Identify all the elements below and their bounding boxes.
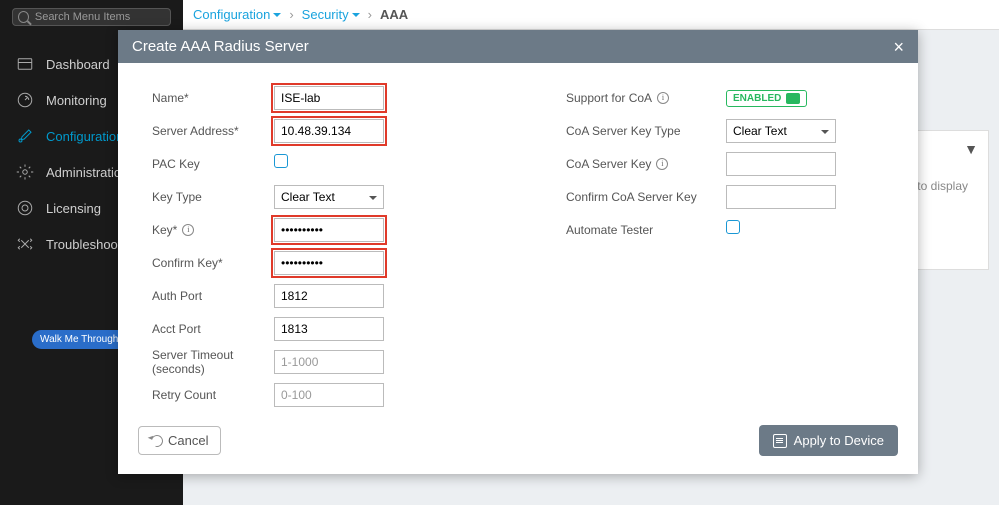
search-input[interactable] — [35, 11, 165, 23]
pac-key-checkbox[interactable] — [274, 154, 288, 168]
enabled-led-icon — [786, 93, 800, 104]
name-label: Name* — [124, 91, 274, 105]
coa-server-key-input[interactable] — [726, 152, 836, 176]
chevron-down-icon — [369, 196, 377, 200]
confirm-coa-server-key-input[interactable] — [726, 185, 836, 209]
acct-port-input[interactable] — [274, 317, 384, 341]
confirm-key-label: Confirm Key* — [124, 256, 274, 270]
server-address-label: Server Address* — [124, 124, 274, 138]
sidebar-item-label: Monitoring — [46, 93, 107, 108]
dashboard-icon — [16, 55, 34, 73]
auth-port-input[interactable] — [274, 284, 384, 308]
key-type-label: Key Type — [124, 190, 274, 204]
support-coa-toggle[interactable]: ENABLED — [726, 90, 807, 107]
retry-count-input[interactable] — [274, 383, 384, 407]
filter-icon[interactable]: ▼ — [964, 141, 978, 157]
name-input[interactable] — [274, 86, 384, 110]
cancel-button-label: Cancel — [168, 433, 208, 448]
chevron-down-icon — [352, 13, 360, 17]
chevron-down-icon — [273, 13, 281, 17]
licensing-icon — [16, 199, 34, 217]
apply-icon — [773, 434, 787, 448]
modal-header: Create AAA Radius Server × — [118, 30, 918, 63]
breadcrumb-aaa: AAA — [380, 7, 408, 22]
breadcrumb-configuration[interactable]: Configuration — [193, 7, 281, 22]
administration-icon — [16, 163, 34, 181]
confirm-coa-key-label: Confirm CoA Server Key — [556, 190, 726, 204]
server-address-input[interactable] — [274, 119, 384, 143]
cancel-button[interactable]: Cancel — [138, 426, 221, 455]
info-icon[interactable]: i — [657, 92, 669, 104]
configuration-icon — [16, 127, 34, 145]
key-label: Key*i — [124, 223, 274, 237]
sidebar-item-label: Administration — [46, 165, 128, 180]
coa-server-key-label: CoA Server Keyi — [556, 157, 726, 171]
sidebar-search[interactable] — [12, 8, 171, 26]
form-right-column: Support for CoAi ENABLED CoA Server Key … — [550, 81, 918, 411]
retry-count-label: Retry Count — [124, 388, 274, 402]
breadcrumb-separator: › — [364, 7, 376, 22]
modal-footer: Cancel Apply to Device — [118, 411, 918, 474]
troubleshooting-icon — [16, 235, 34, 253]
info-icon[interactable]: i — [656, 158, 668, 170]
key-input[interactable] — [274, 218, 384, 242]
search-icon — [18, 11, 29, 23]
automate-tester-label: Automate Tester — [556, 223, 726, 237]
confirm-key-input[interactable] — [274, 251, 384, 275]
apply-to-device-button[interactable]: Apply to Device — [759, 425, 898, 456]
sidebar-item-label: Configuration — [46, 129, 123, 144]
sidebar-item-label: Licensing — [46, 201, 101, 216]
server-timeout-input[interactable] — [274, 350, 384, 374]
coa-key-type-select[interactable]: Clear Text — [726, 119, 836, 143]
info-icon[interactable]: i — [182, 224, 194, 236]
pac-key-label: PAC Key — [124, 157, 274, 171]
chevron-down-icon — [821, 130, 829, 134]
modal-title: Create AAA Radius Server — [132, 38, 309, 55]
form-left-column: Name* Server Address* PAC Key Key Type C… — [118, 81, 550, 411]
create-aaa-radius-modal: Create AAA Radius Server × Name* Server … — [118, 30, 918, 474]
sidebar-item-label: Dashboard — [46, 57, 110, 72]
breadcrumb-separator: › — [285, 7, 297, 22]
coa-key-type-label: CoA Server Key Type — [556, 124, 726, 138]
server-timeout-label: Server Timeout (seconds) — [124, 348, 274, 376]
auth-port-label: Auth Port — [124, 289, 274, 303]
undo-icon — [149, 432, 165, 448]
breadcrumb: Configuration › Security › AAA — [183, 0, 999, 30]
automate-tester-checkbox[interactable] — [726, 220, 740, 234]
monitoring-icon — [16, 91, 34, 109]
key-type-select[interactable]: Clear Text — [274, 185, 384, 209]
acct-port-label: Acct Port — [124, 322, 274, 336]
breadcrumb-security[interactable]: Security — [302, 7, 360, 22]
support-coa-label: Support for CoAi — [556, 91, 726, 105]
apply-button-label: Apply to Device — [794, 433, 884, 448]
close-icon[interactable]: × — [893, 40, 904, 54]
